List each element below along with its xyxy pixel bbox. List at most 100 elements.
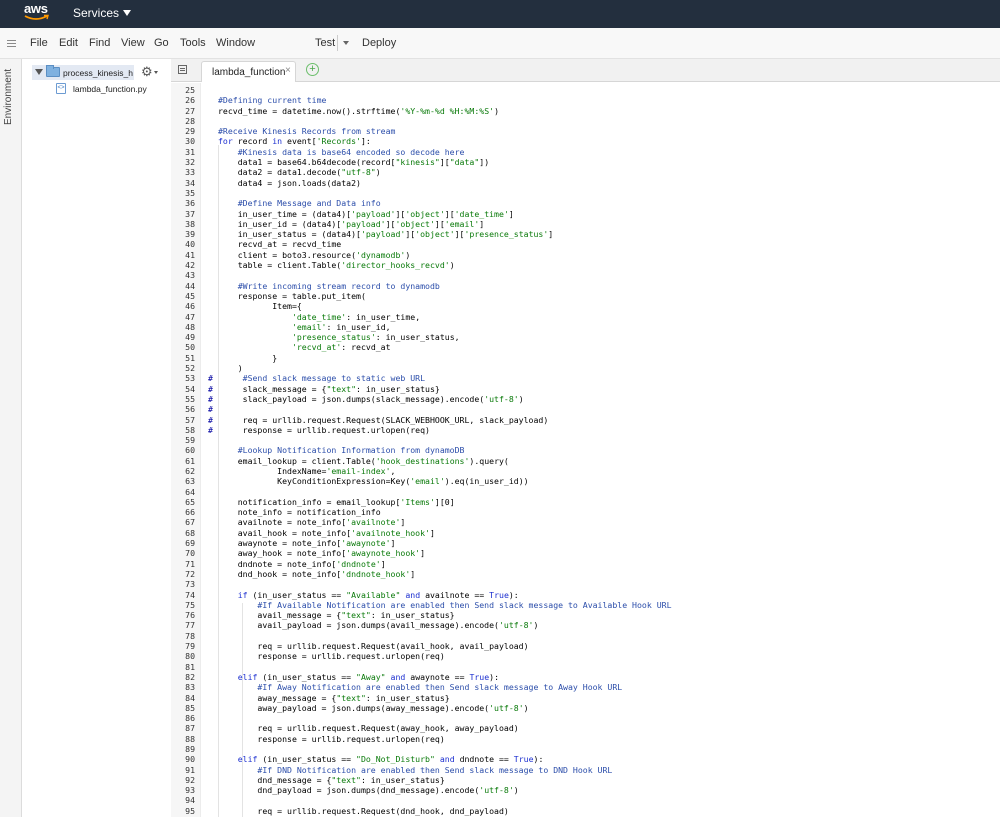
code-line[interactable]: 44 #Write incoming stream record to dyna… bbox=[171, 281, 1000, 291]
code-line[interactable]: 30 for record in event['Records']: bbox=[171, 136, 1000, 146]
deploy-button[interactable]: Deploy bbox=[362, 37, 396, 49]
code-line[interactable]: 55 # slack_payload = json.dumps(slack_mes… bbox=[171, 394, 1000, 404]
code-line[interactable]: 56 # bbox=[171, 404, 1000, 414]
code-line[interactable]: 46 Item={ bbox=[171, 301, 1000, 311]
code-text: slack_payload = json.dumps(slack_message… bbox=[218, 393, 524, 404]
code-line[interactable]: 50 'recvd_at': recvd_at bbox=[171, 342, 1000, 352]
code-line[interactable]: 38 in_user_id = (data4)['payload']['obje… bbox=[171, 219, 1000, 229]
code-line[interactable]: 57 # req = urllib.request.Request(SLACK_W… bbox=[171, 415, 1000, 425]
tree-file-lambda-function[interactable]: lambda_function.py bbox=[73, 84, 147, 94]
code-line[interactable]: 85 away_payload = json.dumps(away_messag… bbox=[171, 703, 1000, 713]
gear-icon[interactable]: ⚙ bbox=[141, 65, 153, 78]
code-line[interactable]: 33 data2 = data1.decode("utf-8") bbox=[171, 167, 1000, 177]
code-line[interactable]: 90 elif (in_user_status == "Do_Not_Distu… bbox=[171, 754, 1000, 764]
code-line[interactable]: 61 email_lookup = client.Table('hook_des… bbox=[171, 456, 1000, 466]
code-line[interactable]: 31 #Kinesis data is base64 encoded so de… bbox=[171, 147, 1000, 157]
code-line[interactable]: 91 #If DND Notification are enabled then… bbox=[171, 765, 1000, 775]
code-line[interactable]: 62 IndexName='email-index', bbox=[171, 466, 1000, 476]
code-line[interactable]: 47 'date_time': in_user_time, bbox=[171, 312, 1000, 322]
code-line[interactable]: 80 response = urllib.request.urlopen(req… bbox=[171, 651, 1000, 661]
gear-caret-icon[interactable] bbox=[154, 71, 158, 74]
code-line[interactable]: 42 table = client.Table('director_hooks_… bbox=[171, 260, 1000, 270]
code-line[interactable]: 40 recvd_at = recvd_time bbox=[171, 239, 1000, 249]
code-line[interactable]: 32 data1 = base64.b64decode(record["kine… bbox=[171, 157, 1000, 167]
code-line[interactable]: 74 if (in_user_status == "Available" and… bbox=[171, 590, 1000, 600]
tab-lambda-function[interactable]: lambda_function × bbox=[201, 61, 296, 82]
code-line[interactable]: 64 bbox=[171, 487, 1000, 497]
code-line[interactable]: 36 #Define Message and Data info bbox=[171, 198, 1000, 208]
code-line[interactable]: 37 in_user_time = (data4)['payload']['ob… bbox=[171, 209, 1000, 219]
code-line[interactable]: 35 bbox=[171, 188, 1000, 198]
services-menu[interactable]: Services bbox=[73, 6, 132, 20]
code-line[interactable]: 88 response = urllib.request.urlopen(req… bbox=[171, 734, 1000, 744]
code-line[interactable]: 49 'presence_status': in_user_status, bbox=[171, 332, 1000, 342]
code-line[interactable]: 48 'email': in_user_id, bbox=[171, 322, 1000, 332]
test-button[interactable]: Test bbox=[315, 37, 335, 49]
code-line[interactable]: 65 notification_info = email_lookup['Ite… bbox=[171, 497, 1000, 507]
menu-file[interactable]: File bbox=[30, 37, 48, 49]
code-line[interactable]: 26 #Defining current time bbox=[171, 95, 1000, 105]
test-dropdown-icon[interactable] bbox=[343, 41, 349, 45]
code-line[interactable]: 34 data4 = json.loads(data2) bbox=[171, 178, 1000, 188]
code-editor[interactable]: 25 26 #Defining current time 27 recvd_time =… bbox=[171, 83, 1000, 817]
code-line[interactable]: 79 req = urllib.request.Request(avail_ho… bbox=[171, 641, 1000, 651]
menu-window[interactable]: Window bbox=[216, 37, 255, 49]
code-line[interactable]: 59 bbox=[171, 435, 1000, 445]
code-line[interactable]: 89 bbox=[171, 744, 1000, 754]
code-line[interactable]: 45 response = table.put_item( bbox=[171, 291, 1000, 301]
tab-list-icon[interactable] bbox=[178, 65, 187, 74]
code-line[interactable]: 84 away_message = {"text": in_user_statu… bbox=[171, 693, 1000, 703]
code-line[interactable]: 51 } bbox=[171, 353, 1000, 363]
code-line[interactable]: 43 bbox=[171, 270, 1000, 280]
code-line[interactable]: 67 availnote = note_info['availnote'] bbox=[171, 517, 1000, 527]
code-line[interactable]: 69 awaynote = note_info['awaynote'] bbox=[171, 538, 1000, 548]
code-line[interactable]: 83 #If Away Notification are enabled the… bbox=[171, 682, 1000, 692]
code-line[interactable]: 66 note_info = notification_info bbox=[171, 507, 1000, 517]
code-line[interactable]: 95 req = urllib.request.Request(dnd_hook… bbox=[171, 806, 1000, 816]
expand-triangle-icon[interactable] bbox=[35, 69, 43, 75]
code-line[interactable]: 72 dnd_hook = note_info['dndnote_hook'] bbox=[171, 569, 1000, 579]
code-line[interactable]: 58 # response = urllib.request.urlopen(re… bbox=[171, 425, 1000, 435]
code-line[interactable]: 54 # slack_message = {"text": in_user_sta… bbox=[171, 384, 1000, 394]
code-line[interactable]: 39 in_user_status = (data4)['payload']['… bbox=[171, 229, 1000, 239]
aws-logo[interactable]: aws bbox=[24, 2, 50, 23]
environment-panel-toggle[interactable] bbox=[0, 59, 22, 817]
code-line[interactable]: 73 bbox=[171, 579, 1000, 589]
code-line[interactable]: 60 #Lookup Notification Information from… bbox=[171, 445, 1000, 455]
code-line[interactable]: 82 elif (in_user_status == "Away" and aw… bbox=[171, 672, 1000, 682]
code-line[interactable]: 87 req = urllib.request.Request(away_hoo… bbox=[171, 723, 1000, 733]
code-line[interactable]: 70 away_hook = note_info['awaynote_hook'… bbox=[171, 548, 1000, 558]
code-line[interactable]: 93 dnd_payload = json.dumps(dnd_message)… bbox=[171, 785, 1000, 795]
menu-tools[interactable]: Tools bbox=[180, 37, 206, 49]
menu-view[interactable]: View bbox=[121, 37, 145, 49]
close-icon[interactable]: × bbox=[285, 66, 291, 76]
code-line[interactable]: 25 bbox=[171, 85, 1000, 95]
code-line[interactable]: 92 dnd_message = {"text": in_user_status… bbox=[171, 775, 1000, 785]
code-text: req = urllib.request.Request(dnd_hook, d… bbox=[218, 805, 509, 816]
code-line[interactable]: 52 ) bbox=[171, 363, 1000, 373]
line-number: 78 bbox=[185, 630, 195, 641]
folder-name[interactable]: process_kinesis_hooks bbox=[63, 68, 133, 78]
code-line[interactable]: 78 bbox=[171, 631, 1000, 641]
code-line[interactable]: 86 bbox=[171, 713, 1000, 723]
code-line[interactable]: 53 # #Send slack message to static web UR… bbox=[171, 373, 1000, 383]
code-text: response = urllib.request.urlopen(req) bbox=[218, 424, 430, 435]
code-line[interactable]: 41 client = boto3.resource('dynamodb') bbox=[171, 250, 1000, 260]
code-line[interactable]: 71 dndnote = note_info['dndnote'] bbox=[171, 559, 1000, 569]
code-line[interactable]: 29 #Receive Kinesis Records from stream bbox=[171, 126, 1000, 136]
code-line[interactable]: 28 bbox=[171, 116, 1000, 126]
menu-toggle-icon[interactable] bbox=[7, 40, 16, 47]
code-line[interactable]: 68 avail_hook = note_info['availnote_hoo… bbox=[171, 528, 1000, 538]
menu-go[interactable]: Go bbox=[154, 37, 169, 49]
menu-find[interactable]: Find bbox=[89, 37, 110, 49]
code-line[interactable]: 63 KeyConditionExpression=Key('email').e… bbox=[171, 476, 1000, 486]
code-line[interactable]: 75 #If Available Notification are enable… bbox=[171, 600, 1000, 610]
code-line[interactable]: 27 recvd_time = datetime.now().strftime('… bbox=[171, 106, 1000, 116]
menu-edit[interactable]: Edit bbox=[59, 37, 78, 49]
add-tab-icon[interactable]: + bbox=[306, 63, 319, 76]
code-line[interactable]: 76 avail_message = {"text": in_user_stat… bbox=[171, 610, 1000, 620]
code-line[interactable]: 94 bbox=[171, 795, 1000, 805]
code-line[interactable]: 81 bbox=[171, 662, 1000, 672]
environment-label[interactable]: Environment bbox=[3, 65, 19, 125]
code-line[interactable]: 77 avail_payload = json.dumps(avail_mess… bbox=[171, 620, 1000, 630]
